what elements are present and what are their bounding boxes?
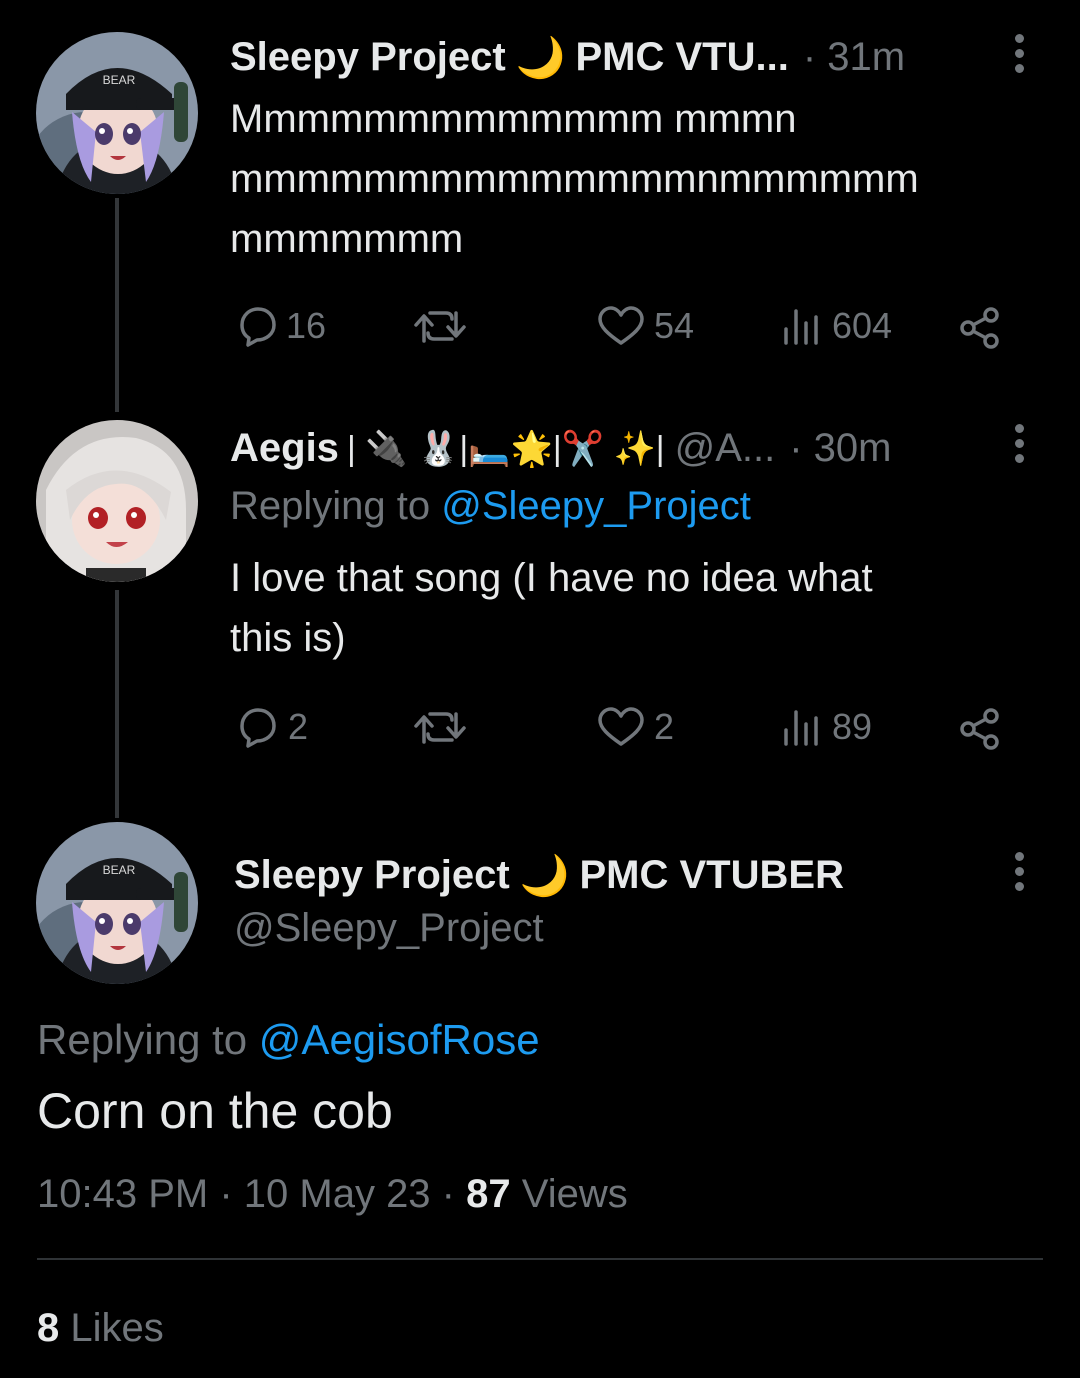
tweet1-time[interactable]: · 31m xyxy=(803,35,905,80)
tweet2-more-icon[interactable] xyxy=(1015,424,1025,469)
likes-label: Likes xyxy=(70,1306,164,1350)
tweet1-text-line3: mmmmmmm xyxy=(230,217,464,261)
main-date[interactable]: · 10 May 23 · xyxy=(219,1172,455,1216)
tweet2-retweet-button[interactable] xyxy=(412,706,468,748)
replying-handle-link[interactable]: @AegisofRose xyxy=(259,1016,540,1063)
tweet2-text-line2: this is) xyxy=(230,616,346,660)
main-handle[interactable]: @Sleepy_Project xyxy=(234,906,544,951)
moon-emoji: 🌙 xyxy=(519,854,570,898)
tweet2-reply-count: 2 xyxy=(288,706,309,747)
main-view-count: 87 xyxy=(466,1172,511,1216)
thread-line-1 xyxy=(115,198,119,412)
svg-text:BEAR: BEAR xyxy=(103,863,136,877)
main-more-icon[interactable] xyxy=(1015,852,1025,897)
main-tweet-meta: 10:43 PM · 10 May 23 · 87 Views xyxy=(37,1172,628,1217)
svg-text:BEAR: BEAR xyxy=(103,73,136,87)
divider xyxy=(37,1258,1043,1260)
tweet1-text-line2: mmmmmmmmmmmmmmnmmmmmm xyxy=(230,157,919,201)
tweet1-text-line1: Mmmmmmmmmmmmm mmmn xyxy=(230,97,797,141)
moon-emoji: 🌙 xyxy=(515,36,566,80)
avatar-image: BEAR xyxy=(36,32,198,194)
main-views-label: Views xyxy=(521,1172,628,1216)
tweet2-like-button[interactable]: 2 xyxy=(596,706,674,748)
tweet1-share-button[interactable] xyxy=(957,305,1003,351)
tweet1-display-name[interactable]: Sleepy Project xyxy=(230,35,506,80)
tweet2-display-name[interactable]: Aegis xyxy=(230,426,339,471)
replying-prefix: Replying to xyxy=(37,1016,248,1063)
heart-icon xyxy=(598,707,644,746)
main-replying-to: Replying to @AegisofRose xyxy=(37,1016,540,1064)
likes-summary[interactable]: 8 Likes xyxy=(37,1306,164,1351)
tweet1-like-button[interactable]: 54 xyxy=(596,305,694,347)
main-tweet-header: Sleepy Project 🌙 PMC VTUBER xyxy=(234,852,844,899)
tweet2-view-count: 89 xyxy=(832,706,873,747)
main-display-name[interactable]: Sleepy Project xyxy=(234,853,510,898)
tweet1-views-button[interactable]: 604 xyxy=(780,305,892,347)
replying-prefix: Replying to xyxy=(230,484,431,528)
retweet-icon xyxy=(414,311,466,343)
tweet2-handle[interactable]: @A... xyxy=(675,426,776,471)
tweet2-name-emojis: | 🔌 🐰|🛏️🌟|✂️ ✨| xyxy=(346,429,665,468)
heart-icon xyxy=(598,306,644,345)
tweet1-more-icon[interactable] xyxy=(1015,34,1025,79)
main-time[interactable]: 10:43 PM xyxy=(37,1172,208,1216)
views-icon xyxy=(784,710,818,746)
main-name-suffix[interactable]: PMC VTUBER xyxy=(580,853,844,898)
views-icon xyxy=(784,309,818,345)
tweet2-text: I love that song (I have no idea what th… xyxy=(230,548,990,668)
tweet1-view-count: 604 xyxy=(832,305,893,346)
tweet1-name-suffix[interactable]: PMC VTU... xyxy=(576,35,789,80)
tweet2-text-line1: I love that song (I have no idea what xyxy=(230,556,873,600)
tweet1-header: Sleepy Project 🌙 PMC VTU... · 31m xyxy=(230,34,905,81)
reply-icon xyxy=(240,307,276,347)
tweet1-like-count: 54 xyxy=(654,305,695,346)
like-count: 8 xyxy=(37,1306,60,1350)
avatar-image xyxy=(36,420,198,582)
tweet2-header: Aegis | 🔌 🐰|🛏️🌟|✂️ ✨| @A... · 30m xyxy=(230,426,891,471)
tweet2-views-button[interactable]: 89 xyxy=(780,706,872,748)
share-icon xyxy=(960,708,999,750)
tweet2-share-button[interactable] xyxy=(957,706,1003,752)
tweet1-reply-button[interactable]: 16 xyxy=(232,305,326,347)
tweet1-retweet-button[interactable] xyxy=(412,305,468,347)
avatar-sleepy-project-main[interactable]: BEAR xyxy=(36,822,198,984)
tweet2-replying-to: Replying to @Sleepy_Project xyxy=(230,484,751,529)
tweet1-text: Mmmmmmmmmmmmm mmmn mmmmmmmmmmmmmmnmmmmmm… xyxy=(230,89,990,269)
tweet2-reply-button[interactable]: 2 xyxy=(232,706,308,748)
replying-handle-link[interactable]: @Sleepy_Project xyxy=(441,484,751,528)
thread-line-2 xyxy=(115,590,119,818)
avatar-image: BEAR xyxy=(36,822,198,984)
reply-icon xyxy=(240,708,276,748)
tweet1-reply-count: 16 xyxy=(286,305,327,346)
share-icon xyxy=(960,307,999,349)
main-tweet-text: Corn on the cob xyxy=(37,1083,393,1139)
tweet2-time[interactable]: · 30m xyxy=(789,426,891,471)
avatar-aegis[interactable] xyxy=(36,420,198,582)
tweet2-like-count: 2 xyxy=(654,706,675,747)
retweet-icon xyxy=(414,712,466,744)
avatar-sleepy-project[interactable]: BEAR xyxy=(36,32,198,194)
